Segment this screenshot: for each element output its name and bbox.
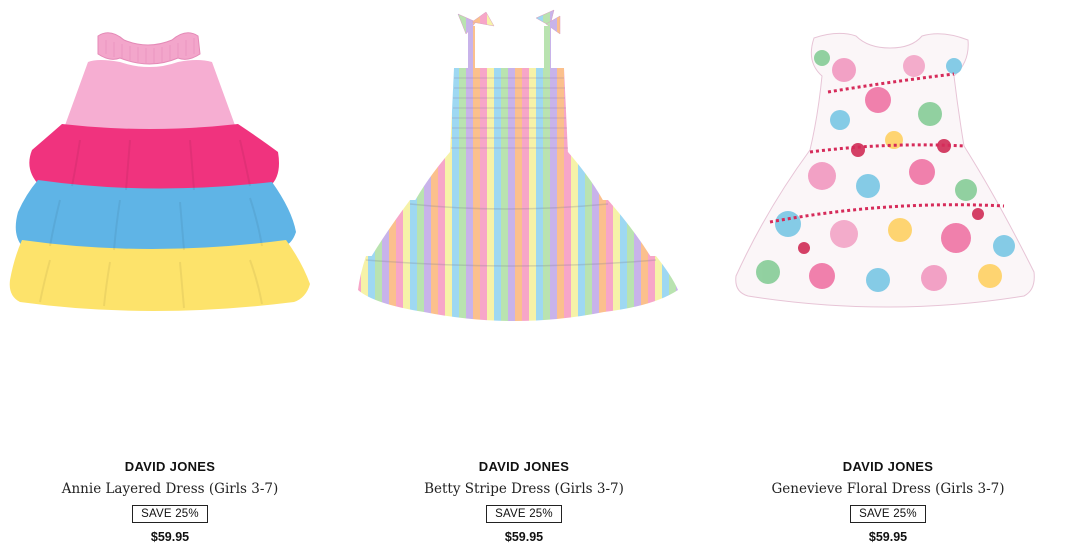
brand-name[interactable]: DAVID JONES — [354, 458, 694, 476]
rainbow-stripe-dress-image[interactable] — [354, 0, 694, 410]
pink-rainbow-layered-dress-image[interactable] — [0, 0, 340, 410]
discount-badge: SAVE 25% — [850, 505, 926, 523]
discount-badge: SAVE 25% — [486, 505, 562, 523]
brand-name[interactable]: DAVID JONES — [0, 458, 340, 476]
brand-name[interactable]: DAVID JONES — [718, 458, 1058, 476]
product-info: DAVID JONES Genevieve Floral Dress (Girl… — [718, 458, 1058, 545]
product-info: DAVID JONES Betty Stripe Dress (Girls 3-… — [354, 458, 694, 545]
product-name[interactable]: Annie Layered Dress (Girls 3-7) — [0, 479, 340, 499]
product-grid: DAVID JONES Annie Layered Dress (Girls 3… — [0, 0, 1080, 554]
product-name[interactable]: Betty Stripe Dress (Girls 3-7) — [354, 479, 694, 499]
product-price: $59.95 — [504, 530, 544, 544]
floral-dress-image[interactable] — [718, 0, 1058, 410]
product-price: $59.95 — [868, 530, 908, 544]
product-card-betty[interactable]: DAVID JONES Betty Stripe Dress (Girls 3-… — [354, 0, 694, 554]
product-name[interactable]: Genevieve Floral Dress (Girls 3-7) — [718, 479, 1058, 499]
product-card-annie[interactable]: DAVID JONES Annie Layered Dress (Girls 3… — [0, 0, 340, 554]
product-card-genevieve[interactable]: DAVID JONES Genevieve Floral Dress (Girl… — [718, 0, 1058, 554]
discount-badge: SAVE 25% — [132, 505, 208, 523]
product-price: $59.95 — [150, 530, 190, 544]
product-info: DAVID JONES Annie Layered Dress (Girls 3… — [0, 458, 340, 545]
